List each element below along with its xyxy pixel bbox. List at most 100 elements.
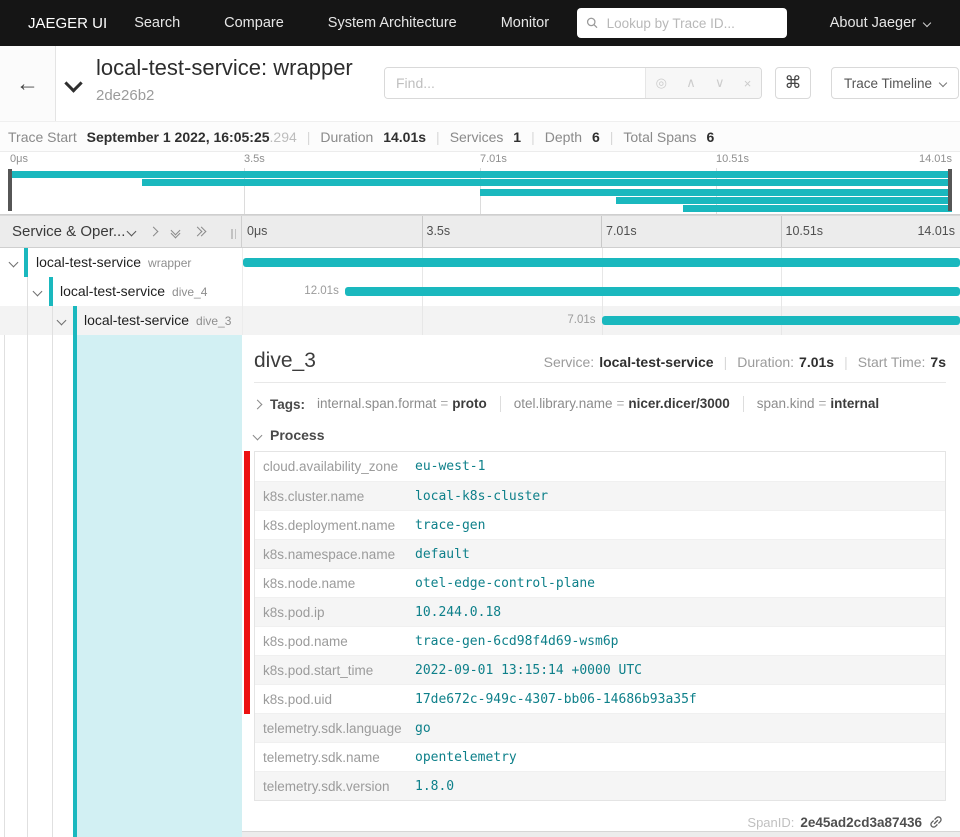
process-key: k8s.pod.start_time (255, 663, 415, 678)
process-value: 10.244.0.18 (415, 605, 501, 620)
column-resize-grip[interactable] (231, 229, 236, 239)
span-row-wrapper[interactable]: local-test-servicewrapper (0, 248, 960, 277)
chevron-down-icon[interactable] (57, 316, 67, 326)
span-timeline-cell[interactable]: 7.01s (242, 306, 960, 335)
tag-equals: = (617, 396, 625, 411)
span-duration-label: 7.01s (567, 314, 595, 326)
process-key: telemetry.sdk.name (255, 750, 415, 765)
process-value: 1.8.0 (415, 779, 454, 794)
summary-item-label: Trace Start (8, 129, 81, 145)
find-input[interactable] (385, 68, 645, 98)
top-nav: JAEGER UI Search Compare System Architectu… (0, 0, 960, 46)
clear-find-button[interactable]: × (744, 76, 752, 91)
meta-value: 7s (930, 354, 946, 370)
tag-item: internal.span.format=proto (317, 396, 487, 411)
ruler-gridline (601, 216, 602, 247)
trace-view-selector[interactable]: Trace Timeline (831, 67, 959, 99)
process-key: k8s.node.name (255, 576, 415, 591)
about-jaeger-menu[interactable]: About Jaeger (830, 0, 930, 46)
next-result-button[interactable]: ∨ (715, 75, 725, 91)
find-tools: ◎ ∧ ∨ × (645, 68, 761, 98)
indent-guide (52, 335, 53, 837)
nav-item-system-architecture[interactable]: System Architecture (328, 15, 457, 31)
prev-result-button[interactable]: ∧ (686, 75, 696, 91)
process-key: k8s.pod.name (255, 634, 415, 649)
nav-item-search[interactable]: Search (134, 15, 180, 31)
double-chevron-right-icon[interactable] (194, 228, 205, 235)
summary-divider: | (307, 129, 311, 145)
meta-value: 7.01s (799, 354, 834, 370)
trace-id-search[interactable] (577, 8, 787, 38)
process-value: 17de672c-949c-4307-bb06-14686b93a35f (415, 692, 697, 707)
process-row: telemetry.sdk.languagego (255, 713, 945, 742)
double-chevron-down-icon[interactable] (172, 227, 179, 237)
about-jaeger-label: About Jaeger (830, 15, 916, 31)
minimap-left-handle[interactable] (8, 169, 12, 211)
span-row-dive_3[interactable]: local-test-servicedive_37.01s (0, 306, 960, 335)
keyboard-shortcuts-button[interactable]: ⌘ (775, 67, 811, 99)
span-timeline-cell[interactable] (242, 248, 960, 277)
tag-equals: = (440, 396, 448, 411)
tag-key: otel.library.name (514, 396, 613, 411)
detail-bottom-strip (242, 831, 960, 837)
process-key: k8s.cluster.name (255, 489, 415, 504)
search-icon (586, 16, 599, 30)
tag-divider (500, 396, 501, 412)
span-row-dive_4[interactable]: local-test-servicedive_412.01s (0, 277, 960, 306)
tag-equals: = (819, 396, 827, 411)
span-detail-meta: Service:local-test-service|Duration:7.01… (544, 354, 946, 370)
service-operation-label: Service & Oper... (12, 223, 125, 240)
summary-item-value: 1 (513, 129, 521, 145)
minimap-tick-label: 10.51s (716, 153, 749, 165)
process-row: cloud.availability_zoneeu-west-1 (255, 452, 945, 481)
chevron-right-icon[interactable] (150, 228, 157, 235)
meta-label: Duration: (737, 354, 794, 370)
meta-label: Service: (544, 354, 595, 370)
minimap-right-handle[interactable] (948, 169, 952, 211)
chevron-down-icon[interactable] (9, 258, 19, 268)
tag-value: internal (830, 396, 879, 411)
process-kv-table: cloud.availability_zoneeu-west-1 k8s.clus… (254, 451, 946, 801)
tags-toggle[interactable]: Tags: internal.span.format=protootel.lib… (254, 396, 946, 412)
service-operation-column-header: Service & Oper... (0, 216, 242, 247)
ruler-tick-label: 10.51s (786, 224, 824, 238)
chevron-down-icon (253, 430, 263, 440)
collapse-trace-chevron-icon[interactable] (64, 74, 82, 92)
trace-title: local-test-service: wrapper (96, 55, 353, 81)
process-key: telemetry.sdk.version (255, 779, 415, 794)
span-rows: local-test-servicewrapperlocal-test-serv… (0, 248, 960, 335)
nav-item-compare[interactable]: Compare (224, 15, 284, 31)
span-timeline-cell[interactable]: 12.01s (242, 277, 960, 306)
chevron-down-icon[interactable] (33, 287, 43, 297)
summary-item-value: 6 (706, 129, 714, 145)
chevron-down-icon[interactable] (127, 227, 137, 237)
tags-label: Tags: (270, 397, 305, 412)
process-toggle[interactable]: Process (254, 427, 946, 443)
nav-item-monitor[interactable]: Monitor (501, 15, 549, 31)
minimap-tick-label: 14.01s (919, 153, 952, 165)
meta-divider: | (724, 354, 728, 370)
ruler-tick-label: 7.01s (606, 224, 637, 238)
process-value: eu-west-1 (415, 459, 485, 474)
app-logo[interactable]: JAEGER UI (28, 15, 107, 32)
focus-match-icon[interactable]: ◎ (656, 75, 667, 91)
span-bar[interactable] (243, 258, 960, 267)
tag-item: span.kind=internal (757, 396, 879, 411)
tag-key: internal.span.format (317, 396, 436, 411)
trace-view-selector-label: Trace Timeline (844, 76, 932, 91)
summary-item: Total Spans 6 (623, 129, 714, 145)
back-arrow-icon: ← (16, 70, 39, 97)
trace-id-search-input[interactable] (605, 15, 778, 32)
span-id-value: 2e45ad2cd3a87436 (800, 815, 922, 830)
span-bar[interactable] (345, 287, 960, 296)
span-bar[interactable] (602, 316, 960, 325)
ruler-gridline (422, 216, 423, 247)
summary-item: Services 1 (450, 129, 521, 145)
timeline-minimap[interactable] (0, 168, 960, 215)
process-accent-bar (244, 451, 250, 714)
summary-item-value: September 1 2022, 16:05:25 (87, 129, 270, 145)
back-button[interactable]: ← (0, 46, 56, 121)
process-value: 2022-09-01 13:15:14 +0000 UTC (415, 663, 642, 678)
span-name-cell: local-test-servicewrapper (0, 248, 242, 277)
ruler-tick-label: 0μs (247, 224, 267, 238)
